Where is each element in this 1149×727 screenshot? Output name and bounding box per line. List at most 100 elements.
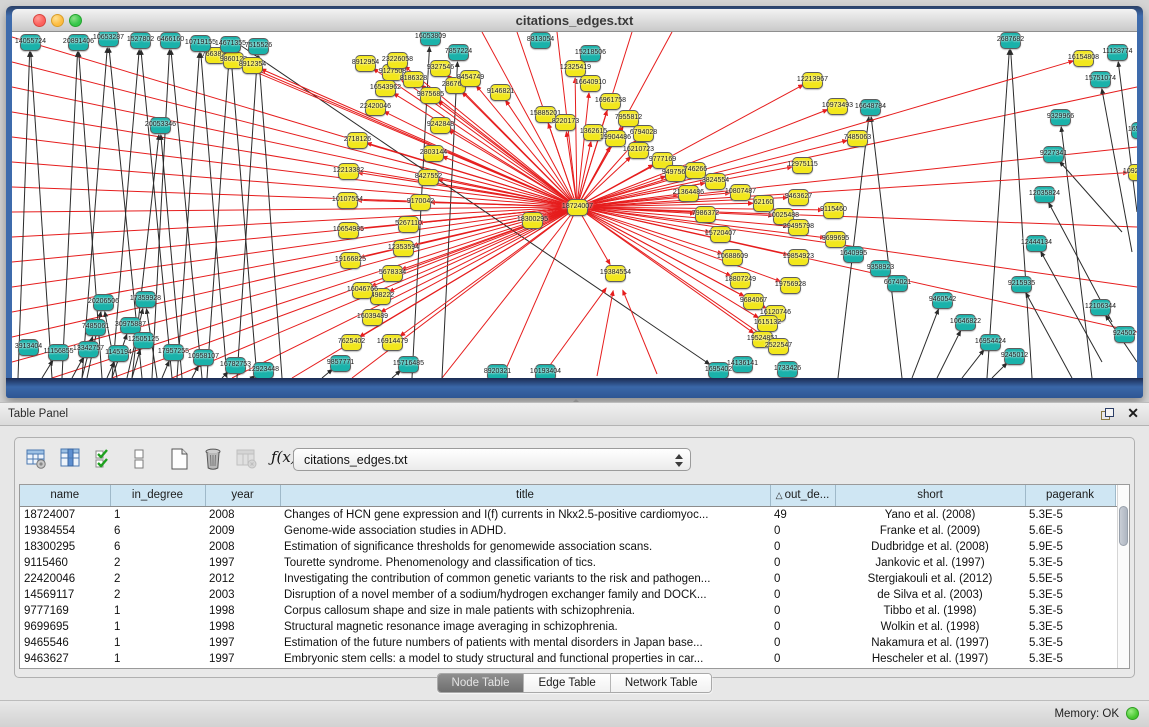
cell-in_degree[interactable]: 2 [110,571,205,587]
network-node[interactable]: 16954424 [980,334,1001,351]
network-node[interactable]: 2718126 [347,132,368,149]
network-node[interactable]: 17359928 [135,291,156,308]
cell-year[interactable]: 1997 [205,635,280,651]
network-node[interactable]: 8186328 [403,71,424,88]
network-node[interactable]: 1654778 [1131,122,1137,139]
cell-title[interactable]: Structural magnetic resonance image aver… [280,619,770,635]
network-node[interactable]: 16961758 [600,93,621,110]
cell-short[interactable]: Jankovic et al. (1997) [835,555,1025,571]
cell-short[interactable]: Wolkin et al. (1998) [835,619,1025,635]
network-node[interactable]: 15218506 [580,45,601,62]
column-header-name[interactable]: name [20,485,110,506]
network-node[interactable]: 10653287 [98,32,119,47]
network-node[interactable]: 12444134 [1026,235,1047,252]
network-node[interactable]: 12353594 [393,240,414,257]
network-node[interactable]: 10807487 [730,184,751,201]
network-node[interactable]: 9857771 [330,355,351,372]
network-node[interactable]: 6674021 [887,275,908,292]
cell-name[interactable]: 9699695 [20,619,110,635]
network-node[interactable]: 1527802 [130,32,151,49]
network-node[interactable]: 7857224 [448,44,469,61]
close-panel-icon[interactable]: ✕ [1127,405,1139,422]
select-all-rows-button[interactable] [91,445,119,473]
network-node[interactable]: 12505125 [133,332,154,349]
network-node[interactable]: 16210723 [628,142,649,159]
network-node[interactable]: 9215935 [1011,276,1032,293]
network-node[interactable]: 8220173 [555,114,576,131]
network-node[interactable]: 29495798 [788,219,809,236]
cell-out_degree[interactable]: 0 [770,571,835,587]
network-node[interactable]: 23226058 [387,52,408,69]
memory-ok-indicator[interactable] [1126,707,1139,720]
network-node[interactable]: 16782753 [225,357,246,374]
network-node[interactable]: 924502 [1114,326,1135,343]
select-column-button[interactable] [57,445,85,473]
table-row[interactable]: 946554611997Estimation of the future num… [20,635,1129,651]
table-row[interactable]: 946362711997Embryonic stem cells: a mode… [20,651,1129,667]
cell-title[interactable]: Estimation of significance thresholds fo… [280,539,770,555]
deselect-rows-button[interactable] [125,445,153,473]
cell-year[interactable]: 1997 [205,651,280,667]
network-node[interactable]: 7625402 [341,334,362,351]
network-node[interactable]: 9699695 [825,231,846,248]
network-node[interactable]: 2687682 [1000,32,1021,49]
cell-out_degree[interactable]: 49 [770,506,835,523]
cell-out_degree[interactable]: 0 [770,619,835,635]
table-row[interactable]: 1938455462009Genome-wide association stu… [20,523,1129,539]
network-node[interactable]: 16053809 [420,32,441,46]
network-node[interactable]: 8813054 [530,32,551,49]
float-panel-icon[interactable] [1101,408,1115,422]
cell-name[interactable]: 22420046 [20,571,110,587]
network-node[interactable]: 9329966 [1050,109,1071,126]
network-node[interactable]: 11156855 [48,344,69,361]
table-row[interactable]: 2242004622012Investigating the contribut… [20,571,1129,587]
cell-pagerank[interactable]: 5.5E-5 [1025,571,1115,587]
tab-network-table[interactable]: Network Table [611,674,712,692]
cell-title[interactable]: Estimation of the future numbers of pati… [280,635,770,651]
network-node[interactable]: 9327546 [430,60,451,77]
network-node[interactable]: 15716485 [398,356,419,373]
cell-name[interactable]: 9463627 [20,651,110,667]
network-node[interactable]: 20891406 [68,34,89,51]
cell-year[interactable]: 1998 [205,603,280,619]
network-node[interactable]: 16039489 [362,309,383,326]
delete-entry-button[interactable] [199,445,227,473]
cell-out_degree[interactable]: 0 [770,635,835,651]
network-node[interactable]: 19904486 [605,130,626,147]
cell-short[interactable]: Tibbo et al. (1998) [835,603,1025,619]
table-row[interactable]: 1456911722003Disruption of a novel membe… [20,587,1129,603]
cell-name[interactable]: 19384554 [20,523,110,539]
cell-pagerank[interactable]: 5.3E-5 [1025,651,1115,667]
network-node[interactable]: 21364486 [678,185,699,202]
network-node[interactable]: 18300295 [522,212,543,229]
cell-year[interactable]: 2003 [205,587,280,603]
cell-in_degree[interactable]: 1 [110,651,205,667]
window-titlebar[interactable]: citations_edges.txt [12,9,1137,32]
network-node[interactable]: 10107554 [337,192,358,209]
cell-in_degree[interactable]: 1 [110,603,205,619]
new-table-button[interactable] [165,445,193,473]
cell-name[interactable]: 18724007 [20,506,110,523]
cell-name[interactable]: 9777169 [20,603,110,619]
cell-pagerank[interactable]: 5.6E-5 [1025,523,1115,539]
network-node[interactable]: 20206506 [93,294,114,311]
cell-in_degree[interactable]: 2 [110,555,205,571]
network-node[interactable]: 16046766 [352,282,373,299]
cell-year[interactable]: 2012 [205,571,280,587]
cell-pagerank[interactable]: 5.3E-5 [1025,555,1115,571]
network-node[interactable]: 18724007 [567,199,588,216]
network-node[interactable]: 8912354 [242,57,263,74]
column-header-pagerank[interactable]: pagerank [1025,485,1115,506]
network-node[interactable]: 16543962 [375,80,396,97]
cell-year[interactable]: 1998 [205,619,280,635]
cell-out_degree[interactable]: 0 [770,603,835,619]
table-scrollbar[interactable] [1117,485,1129,668]
network-node[interactable]: 9875685 [420,87,441,104]
network-node[interactable]: 7485061 [85,319,106,336]
network-node[interactable]: 13342757 [78,341,99,358]
network-node[interactable]: 18807249 [730,272,751,289]
cell-name[interactable]: 14569117 [20,587,110,603]
network-node[interactable]: 7986372 [695,206,716,223]
network-node[interactable]: 7515526 [248,38,269,55]
table-row[interactable]: 977716911998Corpus callosum shape and si… [20,603,1129,619]
